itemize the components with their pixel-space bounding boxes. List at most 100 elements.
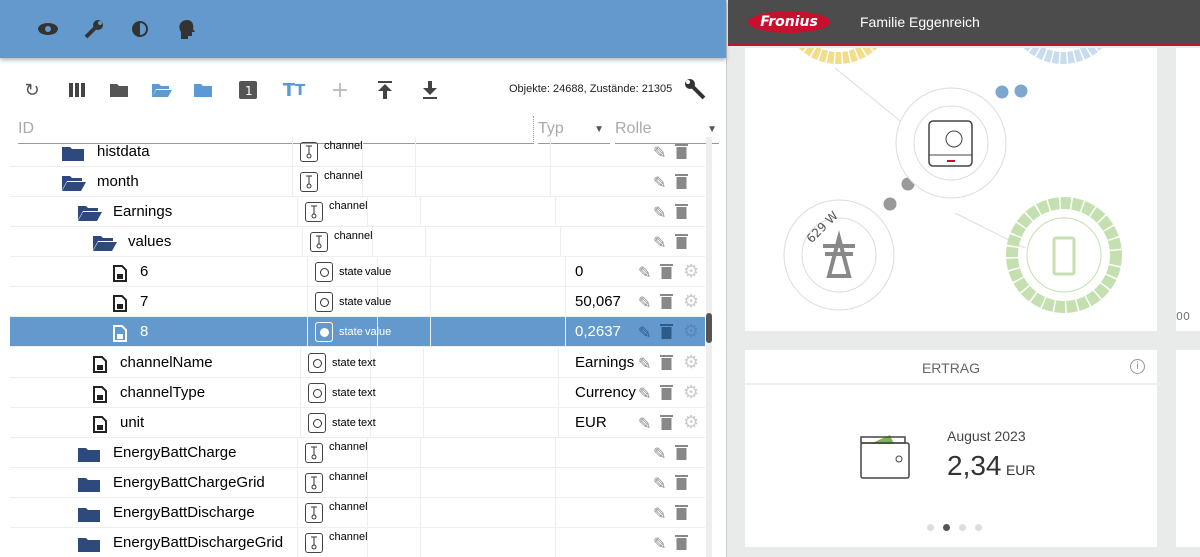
gear-icon[interactable]: ⚙ bbox=[683, 291, 699, 312]
row-value[interactable]: 0,2637 bbox=[575, 323, 621, 340]
gear-icon[interactable]: ⚙ bbox=[683, 412, 699, 433]
edit-pencil-icon[interactable]: ✎ bbox=[653, 534, 666, 554]
upload-icon[interactable] bbox=[373, 78, 397, 102]
edit-pencil-icon[interactable]: ✎ bbox=[653, 444, 666, 464]
row-value[interactable]: EUR bbox=[575, 414, 607, 431]
edit-pencil-icon[interactable]: ✎ bbox=[653, 203, 666, 223]
row-type: state bbox=[339, 296, 363, 308]
edit-pencil-icon[interactable]: ✎ bbox=[653, 504, 666, 524]
row-type: state bbox=[332, 387, 356, 399]
tree-row[interactable]: EnergyBattDischargeGrid channel ✎ bbox=[10, 528, 705, 557]
trash-icon[interactable] bbox=[675, 534, 688, 555]
edit-pencil-icon[interactable]: ✎ bbox=[638, 384, 651, 404]
edit-pencil-icon[interactable]: ✎ bbox=[653, 474, 666, 494]
carousel-dots bbox=[927, 524, 982, 531]
settings-wrench-icon[interactable] bbox=[684, 78, 708, 102]
state-type-icon bbox=[315, 262, 333, 282]
tree-row[interactable]: values channel ✎ bbox=[10, 227, 705, 257]
columns-icon[interactable] bbox=[66, 78, 90, 102]
tree-row[interactable]: Earnings channel ✎ bbox=[10, 197, 705, 227]
tree-row[interactable]: 8 state value 0,2637 ✎ ⚙ bbox=[10, 317, 705, 347]
tree-row[interactable]: EnergyBattChargeGrid channel ✎ bbox=[10, 468, 705, 498]
tree-row[interactable]: 6 state value 0 ✎ ⚙ bbox=[10, 257, 705, 287]
row-name: channelType bbox=[120, 384, 206, 401]
edit-pencil-icon[interactable]: ✎ bbox=[638, 293, 651, 313]
edit-pencil-icon[interactable]: ✎ bbox=[638, 354, 651, 374]
inverter-node bbox=[895, 87, 1007, 199]
edit-pencil-icon[interactable]: ✎ bbox=[653, 143, 666, 163]
row-value[interactable]: Earnings bbox=[575, 354, 634, 371]
id-filter-placeholder: ID bbox=[18, 120, 34, 137]
app-toolbar bbox=[0, 0, 726, 58]
folder-icon[interactable] bbox=[191, 78, 215, 102]
row-value[interactable]: 50,067 bbox=[575, 293, 621, 310]
object-counts: Objekte: 24688, Zustände: 21305 bbox=[509, 83, 673, 95]
brightness-icon[interactable] bbox=[128, 17, 152, 41]
head-icon[interactable] bbox=[174, 17, 198, 41]
trash-icon[interactable] bbox=[675, 444, 688, 465]
row-type: state bbox=[339, 266, 363, 278]
info-icon[interactable]: i bbox=[1130, 359, 1145, 374]
tree-row[interactable]: channelName state text Earnings ✎ ⚙ bbox=[10, 348, 705, 378]
tree-row[interactable]: histdata channel ✎ bbox=[10, 137, 705, 167]
text-size-icon[interactable]: TT bbox=[282, 78, 306, 102]
wallet-icon bbox=[860, 435, 910, 479]
file-icon bbox=[113, 325, 135, 342]
trash-icon[interactable] bbox=[675, 233, 688, 254]
state-type-icon bbox=[308, 353, 326, 373]
state-type-icon bbox=[315, 322, 333, 342]
edit-pencil-icon[interactable]: ✎ bbox=[638, 323, 651, 343]
tree-row[interactable]: channelType state text Currency ✎ ⚙ bbox=[10, 378, 705, 408]
edit-pencil-icon[interactable]: ✎ bbox=[653, 233, 666, 253]
tree-row[interactable]: EnergyBattCharge channel ✎ bbox=[10, 438, 705, 468]
gear-icon[interactable]: ⚙ bbox=[683, 321, 699, 342]
row-value[interactable]: 0 bbox=[575, 263, 583, 280]
edit-pencil-icon[interactable]: ✎ bbox=[638, 263, 651, 283]
channel-type-icon bbox=[305, 473, 323, 493]
trash-icon[interactable] bbox=[660, 414, 673, 435]
trash-icon[interactable] bbox=[675, 203, 688, 224]
plus-icon[interactable]: + bbox=[328, 78, 352, 103]
trash-icon[interactable] bbox=[675, 504, 688, 525]
trash-icon[interactable] bbox=[660, 293, 673, 314]
row-type: channel bbox=[329, 471, 368, 483]
earnings-unit: EUR bbox=[1005, 462, 1036, 478]
download-icon[interactable] bbox=[418, 78, 442, 102]
trash-icon[interactable] bbox=[675, 474, 688, 495]
row-type: state bbox=[332, 357, 356, 369]
row-value[interactable]: Currency bbox=[575, 384, 636, 401]
trash-icon[interactable] bbox=[675, 173, 688, 194]
edit-pencil-icon[interactable]: ✎ bbox=[653, 173, 666, 193]
tree-row[interactable]: unit state text EUR ✎ ⚙ bbox=[10, 408, 705, 438]
tree-row[interactable]: 7 state value 50,067 ✎ ⚙ bbox=[10, 287, 705, 317]
gear-icon[interactable]: ⚙ bbox=[683, 261, 699, 282]
scrollbar-thumb[interactable] bbox=[706, 313, 712, 343]
trash-icon[interactable] bbox=[660, 263, 673, 284]
wrench-icon[interactable] bbox=[82, 17, 106, 41]
scrollbar[interactable] bbox=[706, 137, 712, 557]
trash-icon[interactable] bbox=[660, 384, 673, 405]
trash-icon[interactable] bbox=[675, 143, 688, 164]
load-gauge bbox=[1007, 0, 1119, 64]
carousel-dot[interactable] bbox=[927, 524, 934, 531]
eye-icon[interactable] bbox=[36, 17, 60, 41]
edit-pencil-icon[interactable]: ✎ bbox=[638, 414, 651, 434]
row-name: values bbox=[128, 233, 172, 250]
channel-type-icon bbox=[305, 533, 323, 553]
carousel-dot[interactable] bbox=[975, 524, 982, 531]
refresh-icon[interactable]: ↻ bbox=[20, 78, 44, 102]
gear-icon[interactable]: ⚙ bbox=[683, 352, 699, 373]
gear-icon[interactable]: ⚙ bbox=[683, 382, 699, 403]
number-one-icon[interactable]: 1 bbox=[236, 78, 260, 102]
folder-closed-icon[interactable] bbox=[107, 78, 131, 102]
folder-open-icon[interactable] bbox=[150, 78, 174, 102]
trash-icon[interactable] bbox=[660, 354, 673, 375]
tree-row[interactable]: EnergyBattDischarge channel ✎ bbox=[10, 498, 705, 528]
carousel-dot[interactable] bbox=[959, 524, 966, 531]
trash-icon[interactable] bbox=[660, 323, 673, 344]
row-type: state bbox=[332, 417, 356, 429]
side-chart-card: 00 bbox=[1176, 48, 1200, 331]
carousel-dot[interactable] bbox=[943, 524, 950, 531]
tree-row[interactable]: month channel ✎ bbox=[10, 167, 705, 197]
chevron-down-icon: ▼ bbox=[594, 124, 604, 135]
